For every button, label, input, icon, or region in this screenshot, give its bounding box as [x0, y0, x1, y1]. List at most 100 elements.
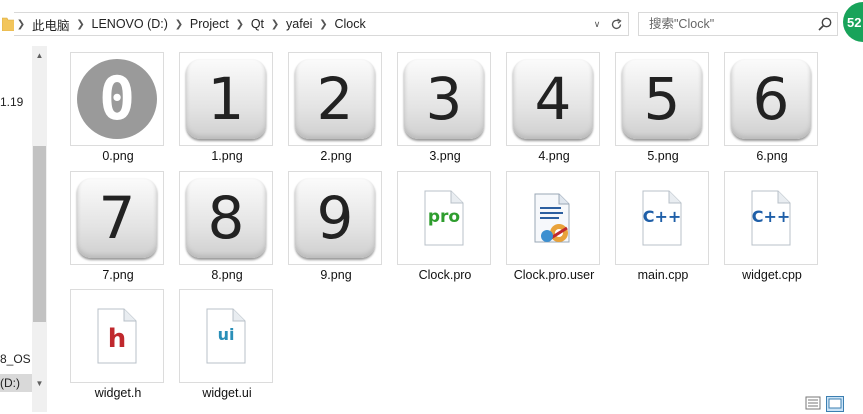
details-view-icon [805, 396, 821, 410]
file-item[interactable]: 5 5.png [615, 52, 711, 163]
cpp-file-icon: C++ [751, 190, 791, 246]
digit-key-icon: 5 [622, 59, 702, 139]
nav-item-selected[interactable]: (D:) [0, 376, 20, 390]
nav-scroll-thumb[interactable] [33, 146, 46, 322]
search-icon[interactable] [817, 16, 833, 32]
file-item[interactable]: ui widget.ui [179, 289, 275, 400]
chevron-right-icon: ❯ [16, 18, 26, 30]
file-name: 9.png [320, 268, 352, 282]
chevron-down-icon: ∨ [593, 18, 601, 29]
file-thumbnail: 9 [288, 171, 382, 265]
file-name: 7.png [102, 268, 134, 282]
file-thumbnail: 2 [288, 52, 382, 146]
details-view-button[interactable] [805, 396, 821, 410]
breadcrumb-item[interactable]: ❯ Qt [233, 13, 268, 35]
file-thumbnail: 5 [615, 52, 709, 146]
address-bar: ❯ 此电脑 ❯ LENOVO (D:) ❯ Project ❯ Qt ❯ yafei ❯ C… [0, 0, 863, 46]
digit-key-icon: 9 [295, 178, 375, 258]
scroll-up-arrow-icon[interactable]: ▲ [32, 48, 47, 62]
svg-text:h: h [108, 324, 127, 354]
file-thumbnail: 6 [724, 52, 818, 146]
file-item[interactable]: 6 6.png [724, 52, 820, 163]
file-item[interactable]: C++ main.cpp [615, 171, 711, 282]
breadcrumb-item[interactable]: ❯ Project [172, 13, 233, 35]
breadcrumb-item[interactable]: ❯ yafei [268, 13, 316, 35]
file-thumbnail [506, 171, 600, 265]
cpp-file-icon: C++ [642, 190, 682, 246]
header-file-icon: h [97, 308, 137, 364]
file-item[interactable]: pro Clock.pro [397, 171, 493, 282]
digit-key-icon: 3 [404, 59, 484, 139]
file-name: 1.png [211, 149, 243, 163]
nav-item[interactable]: 8_OS [0, 352, 31, 366]
chevron-right-icon: ❯ [174, 18, 184, 30]
refresh-button[interactable] [605, 14, 627, 34]
file-thumbnail: C++ [615, 171, 709, 265]
file-name: widget.cpp [742, 268, 802, 282]
breadcrumb-item[interactable]: ❯ Clock [316, 13, 369, 35]
large-icons-view-icon [828, 398, 842, 409]
file-thumbnail: 3 [397, 52, 491, 146]
file-thumbnail: ui [179, 289, 273, 383]
breadcrumb[interactable]: ❯ 此电脑 ❯ LENOVO (D:) ❯ Project ❯ Qt ❯ yafei ❯ C… [14, 12, 629, 36]
svg-text:C++: C++ [643, 207, 682, 226]
file-name: widget.h [94, 386, 142, 400]
file-name: 8.png [211, 268, 243, 282]
file-name: Clock.pro.user [513, 268, 595, 282]
svg-text:C++: C++ [752, 207, 791, 226]
chevron-right-icon: ❯ [76, 18, 85, 30]
navigation-pane: 1.19 8_OS (D:) ▲ ▼ [0, 46, 48, 412]
file-name: Clock.pro [418, 268, 472, 282]
chevron-right-icon: ❯ [235, 18, 245, 30]
digit-key-icon: 2 [295, 59, 375, 139]
file-item[interactable]: C++ widget.cpp [724, 171, 820, 282]
breadcrumb-item[interactable]: ❯ 此电脑 [14, 13, 74, 35]
file-thumbnail: 7 [70, 171, 164, 265]
svg-text:ui: ui [218, 325, 235, 344]
digit-key-icon: 7 [77, 178, 157, 258]
file-name: main.cpp [637, 268, 689, 282]
qt-project-file-icon: pro [424, 190, 464, 246]
file-thumbnail: h [70, 289, 164, 383]
chevron-right-icon: ❯ [319, 18, 328, 30]
file-item[interactable]: 3 3.png [397, 52, 493, 163]
large-icons-view-button[interactable] [826, 396, 844, 412]
refresh-icon [611, 17, 622, 29]
file-name: widget.ui [202, 386, 252, 400]
digit-zero-icon: 0 [77, 59, 157, 139]
file-thumbnail: 4 [506, 52, 600, 146]
nav-item[interactable]: 1.19 [0, 95, 23, 109]
file-name: 0.png [102, 149, 134, 163]
file-name: 2.png [320, 149, 352, 163]
file-item[interactable]: 7 7.png [70, 171, 166, 282]
file-name: 5.png [647, 149, 679, 163]
file-item[interactable]: 2 2.png [288, 52, 384, 163]
file-item[interactable]: h widget.h [70, 289, 166, 400]
project-user-file-icon [534, 193, 570, 243]
digit-key-icon: 4 [513, 59, 593, 139]
nav-scrollbar[interactable]: ▲ ▼ [32, 46, 47, 412]
file-thumbnail: 1 [179, 52, 273, 146]
search-box[interactable] [638, 12, 838, 36]
digit-key-icon: 8 [186, 178, 266, 258]
search-input[interactable] [647, 16, 811, 32]
file-item[interactable]: 9 9.png [288, 171, 384, 282]
chevron-right-icon: ❯ [270, 18, 280, 30]
scroll-down-arrow-icon[interactable]: ▼ [32, 376, 47, 390]
file-name: 6.png [756, 149, 788, 163]
digit-key-icon: 1 [186, 59, 266, 139]
file-list: 0 0.png 1 1.png 2 2.png 3 3.png 4 4.png 5 5.png 6 6.p… [48, 46, 863, 412]
address-history-dropdown[interactable]: ∨ [590, 14, 604, 34]
file-name: 3.png [429, 149, 461, 163]
breadcrumb-item[interactable]: ❯ LENOVO (D:) [74, 13, 172, 35]
file-thumbnail: 8 [179, 171, 273, 265]
ui-file-icon: ui [206, 308, 246, 364]
digit-key-icon: 6 [731, 59, 811, 139]
file-item[interactable]: 0 0.png [70, 52, 166, 163]
file-item[interactable]: 8 8.png [179, 171, 275, 282]
file-item[interactable]: 1 1.png [179, 52, 275, 163]
file-item[interactable]: Clock.pro.user [506, 171, 602, 282]
svg-text:pro: pro [428, 207, 460, 227]
notification-badge[interactable]: 52 [843, 2, 863, 42]
file-item[interactable]: 4 4.png [506, 52, 602, 163]
